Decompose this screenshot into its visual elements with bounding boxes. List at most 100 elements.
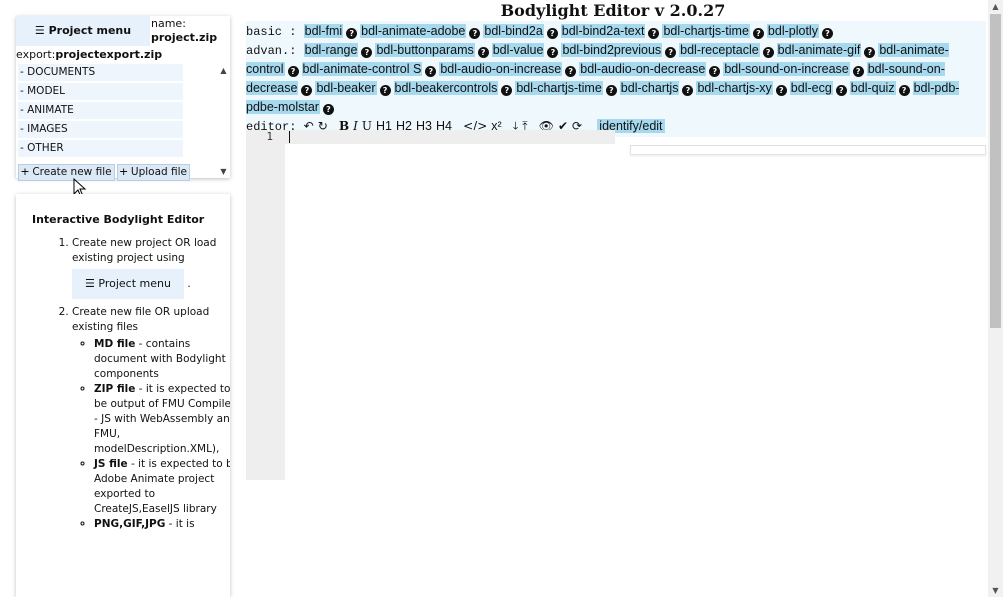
help-step-1-text: Create new project OR load existing proj… — [72, 237, 217, 264]
help-filetype-md: MD file - contains document with Bodylig… — [94, 337, 230, 382]
component-button[interactable]: bdl-fmi — [303, 24, 344, 38]
code-editor[interactable]: 1 — [246, 130, 988, 480]
create-new-file-button[interactable]: 🞤 Create new file — [18, 164, 115, 181]
help-step-1: Create new project OR load existing proj… — [72, 236, 230, 303]
component-button[interactable]: bdl-range — [303, 43, 359, 57]
help-icon[interactable]: ? — [547, 47, 559, 58]
component-button[interactable]: bdl-receptacle — [679, 43, 760, 57]
filetype-name: ZIP file — [94, 383, 136, 395]
component-toolbar: basic : bdl-fmi? bdl-animate-adobe? bdl-bi… — [246, 21, 986, 137]
help-icon[interactable]: ? — [469, 28, 481, 39]
filetype-name: MD file — [94, 338, 136, 350]
project-menu-button[interactable]: ☰ Project menu — [16, 16, 150, 46]
folder-model[interactable]: - MODEL — [18, 83, 183, 100]
text-caret — [289, 131, 290, 143]
preview-panel — [630, 145, 986, 155]
component-button[interactable]: bdl-animate-control S — [301, 62, 423, 76]
folder-documents[interactable]: - DOCUMENTS — [18, 64, 183, 81]
component-button[interactable]: bdl-audio-on-decrease — [579, 62, 707, 76]
component-button[interactable]: bdl-quiz — [849, 81, 896, 95]
help-icon[interactable]: ? — [762, 47, 774, 58]
filetype-name: JS file — [94, 458, 128, 470]
help-icon[interactable]: ? — [346, 28, 358, 39]
project-name-label: name: — [151, 17, 186, 30]
help-icon[interactable]: ? — [852, 66, 864, 77]
project-panel: ☰ Project menu name: project.zip export:… — [16, 16, 230, 181]
component-button[interactable]: bdl-ecg — [789, 81, 833, 95]
basic-label: basic : — [246, 25, 297, 39]
help-icon[interactable]: ? — [565, 66, 577, 77]
sidebar: ☰ Project menu name: project.zip export:… — [0, 0, 238, 597]
help-step-2: Create new file OR upload existing files… — [72, 305, 230, 532]
export-value[interactable]: projectexport.zip — [55, 48, 162, 61]
project-name-value: project.zip — [151, 31, 218, 44]
advanced-label: advan.: — [246, 44, 297, 58]
help-icon[interactable]: ? — [648, 28, 660, 39]
help-icon[interactable]: ? — [546, 28, 558, 39]
help-icon[interactable]: ? — [301, 85, 313, 96]
scroll-up-icon[interactable]: ▲ — [219, 66, 228, 75]
help-filetype-zip: ZIP file - it is expected to be output o… — [94, 382, 230, 457]
advanced-component-list: bdl-range? bdl-buttonparams? bdl-value? bdl… — [246, 43, 960, 115]
help-icon[interactable]: ? — [501, 85, 513, 96]
help-title: Interactive Bodylight Editor — [32, 213, 205, 226]
help-icon[interactable]: ? — [864, 47, 876, 58]
main-area: Bodylight Editor v 2.0.27 basic : bdl-fm… — [238, 0, 988, 597]
help-filetype-image: PNG,GIF,JPG - it is — [94, 517, 230, 532]
help-icon[interactable]: ? — [322, 104, 334, 115]
component-button[interactable]: bdl-animate-gif — [776, 43, 862, 57]
help-icon[interactable]: ? — [605, 85, 617, 96]
help-step-1-suffix: . — [187, 278, 191, 290]
help-icon[interactable]: ? — [709, 66, 721, 77]
scrollbar-thumb[interactable] — [990, 14, 1001, 328]
basic-component-list: bdl-fmi? bdl-animate-adobe? bdl-bind2a? bdl… — [303, 24, 836, 39]
line-gutter: 1 — [246, 130, 285, 480]
help-icon[interactable]: ? — [665, 47, 677, 58]
component-button[interactable]: bdl-beakercontrols — [393, 81, 499, 95]
folder-animate[interactable]: - ANIMATE — [18, 102, 183, 119]
component-button[interactable]: bdl-chartjs — [619, 81, 680, 95]
help-icon[interactable]: ? — [775, 85, 787, 96]
component-button[interactable]: bdl-plotly — [766, 24, 819, 38]
component-button[interactable]: bdl-chartjs-xy — [696, 81, 773, 95]
help-icon[interactable]: ? — [752, 28, 764, 39]
upload-file-button[interactable]: 🞤 Upload file — [116, 164, 191, 181]
help-icon[interactable]: ? — [898, 85, 910, 96]
folder-images[interactable]: - IMAGES — [18, 121, 183, 138]
help-icon[interactable]: ? — [425, 66, 437, 77]
component-button[interactable]: bdl-value — [491, 43, 545, 57]
scroll-down-icon[interactable]: ▼ — [219, 167, 228, 176]
component-button[interactable]: bdl-buttonparams — [375, 43, 475, 57]
folder-list: - DOCUMENTS - MODEL - ANIMATE - IMAGES -… — [18, 64, 213, 159]
active-line-highlight — [285, 130, 615, 144]
page-title: Bodylight Editor v 2.0.27 — [500, 1, 726, 20]
help-icon[interactable]: ? — [682, 85, 694, 96]
help-icon[interactable]: ? — [379, 85, 391, 96]
folder-scrollbar[interactable]: ▲ ▼ — [219, 66, 228, 176]
component-button[interactable]: bdl-bind2a — [483, 24, 544, 38]
help-icon[interactable]: ? — [835, 85, 847, 96]
help-body: Create new project OR load existing proj… — [32, 236, 230, 534]
line-number: 1 — [266, 130, 273, 143]
folder-other[interactable]: - OTHER — [18, 140, 183, 157]
component-button[interactable]: bdl-chartjs-time — [515, 81, 603, 95]
help-icon[interactable]: ? — [821, 28, 833, 39]
help-filetype-js: JS file - it is expected to be Adobe Ani… — [94, 457, 230, 517]
component-button[interactable]: bdl-sound-on-increase — [723, 62, 850, 76]
help-icon[interactable]: ? — [361, 47, 373, 58]
help-icon[interactable]: ? — [287, 66, 299, 77]
help-panel: Interactive Bodylight Editor Create new … — [16, 194, 230, 597]
help-icon[interactable]: ? — [477, 47, 489, 58]
help-project-menu-button[interactable]: ☰ Project menu — [72, 269, 184, 299]
component-button[interactable]: bdl-animate-adobe — [360, 24, 467, 38]
page-scrollbar[interactable]: ▲ ▼ — [988, 0, 1003, 597]
scroll-up-icon[interactable]: ▲ — [988, 2, 1003, 11]
component-button[interactable]: bdl-beaker — [315, 81, 377, 95]
component-button[interactable]: bdl-audio-on-increase — [439, 62, 563, 76]
scroll-down-icon[interactable]: ▼ — [988, 586, 1003, 595]
component-button[interactable]: bdl-chartjs-time — [662, 24, 750, 38]
help-step-2-text: Create new file OR upload existing files — [72, 306, 210, 333]
component-button[interactable]: bdl-bind2a-text — [560, 24, 646, 38]
file-buttons: 🞤 Create new file 🞤 Upload file — [18, 160, 192, 181]
component-button[interactable]: bdl-bind2previous — [561, 43, 663, 57]
